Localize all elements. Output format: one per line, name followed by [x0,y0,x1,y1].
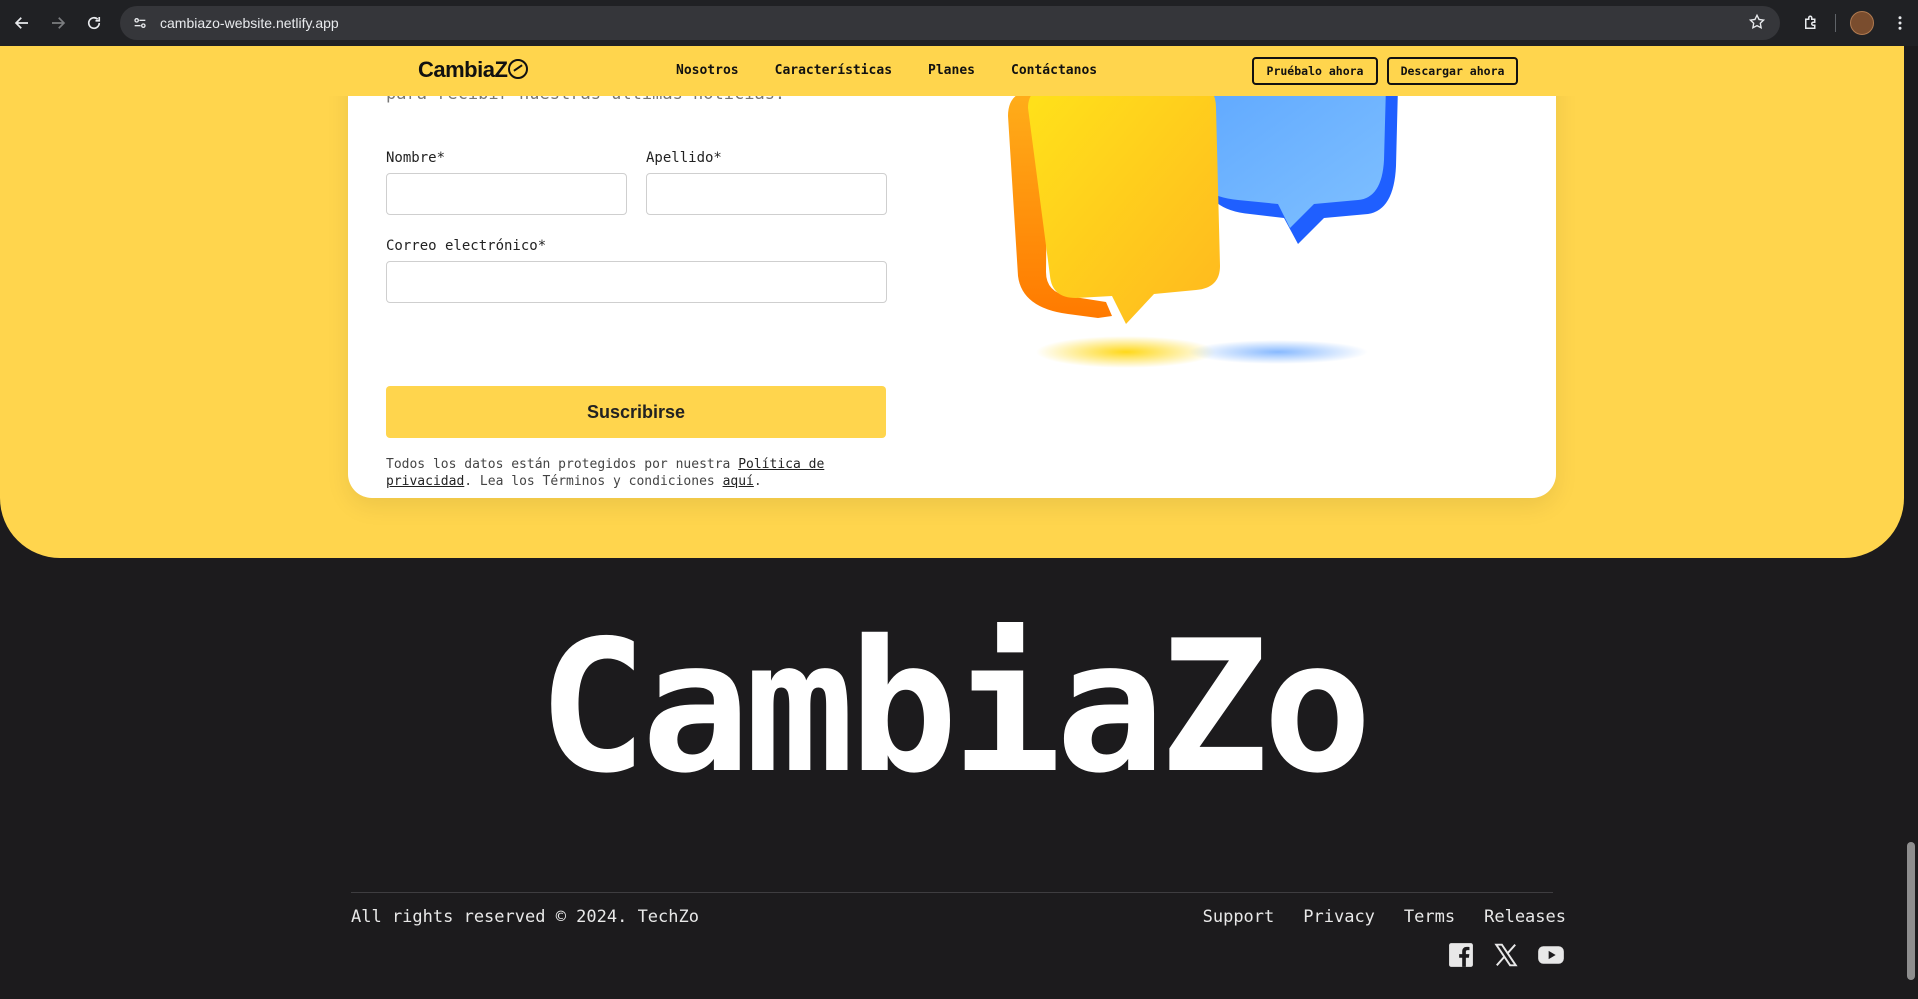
nav-link-contactanos[interactable]: Contáctanos [1011,63,1097,78]
browser-toolbar: cambiazo-website.netlify.app [0,0,1918,46]
toolbar-divider [1835,14,1836,32]
legal-text: Todos los datos están protegidos por nue… [386,457,739,472]
logo-mark-icon [508,59,529,79]
chat-bubbles-illustration [1008,86,1398,368]
back-button[interactable] [4,5,40,41]
footer-link-support[interactable]: Support [1203,907,1275,927]
url-text: cambiazo-website.netlify.app [160,15,339,31]
footer-link-releases[interactable]: Releases [1484,907,1566,927]
newsletter-section: para recibir nuestras últimas noticias. … [0,46,1904,558]
email-input[interactable] [386,261,887,303]
nav-link-planes[interactable]: Planes [928,63,975,78]
footer-link-terms[interactable]: Terms [1404,907,1455,927]
footer-links: Support Privacy Terms Releases [1203,907,1566,927]
site-header: CambiaZ Nosotros Características Planes … [0,46,1904,96]
scrollbar-thumb[interactable] [1907,842,1915,980]
last-name-label: Apellido* [646,150,722,166]
menu-button[interactable] [1882,5,1918,41]
reload-icon [87,16,101,30]
social-links [1446,940,1566,970]
last-name-input[interactable] [646,173,887,215]
reload-button[interactable] [76,5,112,41]
page-viewport: para recibir nuestras últimas noticias. … [0,46,1918,999]
legal-text: . Lea los Términos y condiciones [464,474,723,489]
first-name-label: Nombre* [386,150,446,166]
address-bar[interactable]: cambiazo-website.netlify.app [120,6,1780,40]
main-nav: Nosotros Características Planes Contácta… [676,63,1097,78]
try-now-button[interactable]: Pruébalo ahora [1252,57,1378,85]
legal-notice: Todos los datos están protegidos por nue… [386,456,856,490]
footer-brand-wordmark: CambiaZo [537,601,1373,813]
terms-link[interactable]: aquí [723,474,754,489]
page-scrollbar[interactable] [1904,46,1918,999]
facebook-icon[interactable] [1446,940,1476,970]
youtube-icon[interactable] [1536,940,1566,970]
extensions-button[interactable] [1793,5,1829,41]
bookmark-star-icon[interactable] [1748,13,1768,33]
site-info-icon[interactable] [128,11,152,35]
nav-link-nosotros[interactable]: Nosotros [676,63,739,78]
arrow-left-icon [14,17,28,29]
footer-divider [351,892,1553,893]
email-label: Correo electrónico* [386,238,547,254]
footer-link-privacy[interactable]: Privacy [1303,907,1375,927]
nav-link-caracteristicas[interactable]: Características [775,63,892,78]
newsletter-card: para recibir nuestras últimas noticias. … [348,46,1556,498]
forward-button[interactable] [40,5,76,41]
subscribe-button[interactable]: Suscribirse [386,386,886,438]
copyright-text: All rights reserved © 2024. TechZo [351,907,699,927]
puzzle-icon [1805,15,1816,29]
kebab-menu-icon [1898,16,1902,30]
arrow-right-icon [52,17,66,29]
legal-text: . [753,474,762,489]
site-logo[interactable]: CambiaZ [418,57,529,83]
x-icon[interactable] [1491,940,1521,970]
logo-text: CambiaZ [418,57,508,82]
download-now-button[interactable]: Descargar ahora [1387,57,1518,85]
profile-avatar[interactable] [1850,11,1874,35]
first-name-input[interactable] [386,173,627,215]
